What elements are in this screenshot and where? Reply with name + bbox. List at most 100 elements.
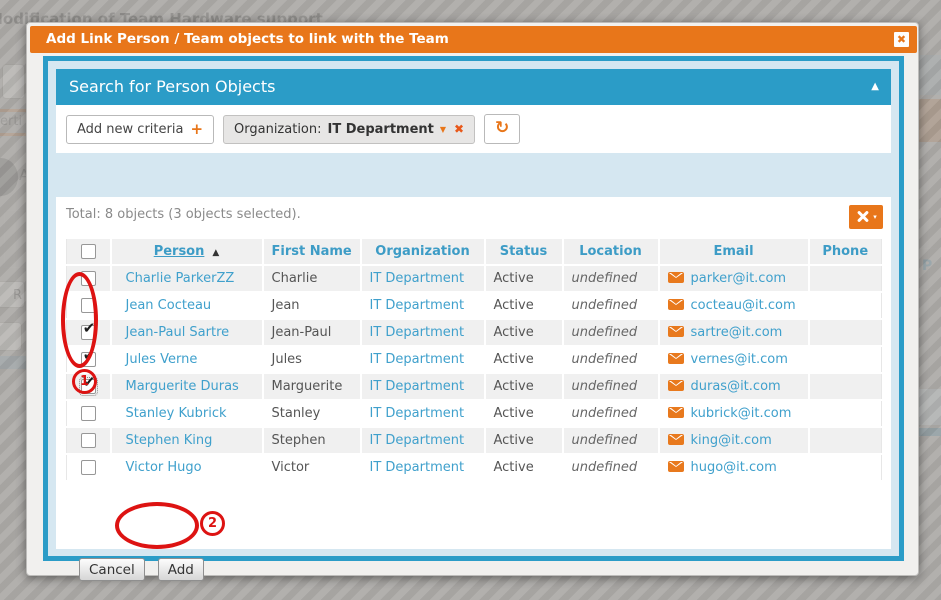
person-link[interactable]: Charlie ParkerZZ (126, 271, 235, 286)
row-select-cell (67, 292, 111, 319)
person-link[interactable]: Stephen King (126, 433, 213, 448)
phone-cell (809, 319, 882, 346)
email-link[interactable]: king@it.com (691, 433, 772, 448)
location-cell: undefined (563, 346, 659, 373)
row-checkbox[interactable] (81, 271, 96, 286)
person-link[interactable]: Jean-Paul Sartre (126, 325, 230, 340)
status-cell: Active (485, 319, 563, 346)
location-value: undefined (572, 325, 638, 340)
organization-cell: IT Department (361, 427, 485, 454)
organization-link[interactable]: IT Department (370, 271, 465, 286)
first-cell: Jean (263, 292, 361, 319)
row-select-cell (67, 265, 111, 292)
row-checkbox[interactable] (81, 460, 96, 475)
person-cell: Victor Hugo (111, 454, 263, 481)
row-checkbox[interactable] (81, 433, 96, 448)
person-link[interactable]: Victor Hugo (126, 460, 202, 475)
person-cell: Jean Cocteau (111, 292, 263, 319)
first-value: Victor (272, 460, 310, 475)
column-header-org[interactable]: Organization (361, 239, 485, 265)
table-row: Jules Verne Jules IT Department Activeundef… (67, 346, 882, 373)
column-header-email[interactable]: Email (659, 239, 809, 265)
organization-link[interactable]: IT Department (370, 325, 465, 340)
column-label: Organization (375, 244, 469, 259)
column-header-first[interactable]: First Name (263, 239, 361, 265)
column-header-phone[interactable]: Phone (809, 239, 882, 265)
status-cell: Active (485, 346, 563, 373)
select-all-checkbox[interactable] (81, 244, 96, 259)
select-all-header[interactable] (67, 239, 111, 265)
row-select-cell (67, 400, 111, 427)
row-checkbox[interactable] (81, 298, 96, 313)
remove-criteria-icon[interactable]: ✖ (454, 122, 464, 136)
email-link[interactable]: vernes@it.com (691, 352, 788, 367)
phone-cell (809, 373, 882, 400)
email-icon (668, 380, 684, 391)
status-cell: Active (485, 400, 563, 427)
row-checkbox[interactable] (81, 379, 96, 394)
table-row: Charlie ParkerZZCharlieIT DepartmentActi… (67, 265, 882, 292)
status-value: Active (494, 406, 534, 421)
email-link[interactable]: kubrick@it.com (691, 406, 792, 421)
add-criteria-button[interactable]: Add new criteria + (66, 115, 214, 144)
first-value: Jules (272, 352, 302, 367)
column-header-person[interactable]: Person▲ (111, 239, 263, 265)
email-link[interactable]: sartre@it.com (691, 325, 783, 340)
close-icon[interactable]: ✖ (892, 30, 911, 49)
criteria-pill-organization[interactable]: Organization: IT Department ▼ ✖ (223, 115, 475, 144)
table-config-button[interactable]: ▾ (849, 205, 883, 229)
organization-link[interactable]: IT Department (370, 406, 465, 421)
column-header-loc[interactable]: Location (563, 239, 659, 265)
status-value: Active (494, 379, 534, 394)
cancel-button[interactable]: Cancel (79, 558, 145, 581)
status-value: Active (494, 460, 534, 475)
row-checkbox[interactable] (81, 406, 96, 421)
person-link[interactable]: Jules Verne (126, 352, 198, 367)
search-panel: Search for Person Objects ▲ Add new crit… (56, 69, 891, 153)
row-checkbox[interactable] (81, 325, 96, 340)
email-cell: sartre@it.com (659, 319, 809, 346)
person-link[interactable]: Stanley Kubrick (126, 406, 227, 421)
table-row: Stanley KubrickStanleyIT DepartmentActiv… (67, 400, 882, 427)
email-link[interactable]: cocteau@it.com (691, 298, 796, 313)
refresh-button[interactable]: ↻ (484, 114, 520, 144)
email-link[interactable]: parker@it.com (691, 271, 787, 286)
location-value: undefined (572, 298, 638, 313)
add-button[interactable]: Add (158, 558, 204, 581)
first-cell: Jules (263, 346, 361, 373)
email-link[interactable]: hugo@it.com (691, 460, 777, 475)
person-link[interactable]: Jean Cocteau (126, 298, 212, 313)
search-panel-header[interactable]: Search for Person Objects ▲ (56, 69, 891, 105)
chevron-down-icon[interactable]: ▼ (440, 125, 446, 134)
column-header-status[interactable]: Status (485, 239, 563, 265)
dialog-title: Add Link Person / Team objects to link w… (46, 31, 449, 47)
table-row: Jean-Paul Sartre Jean-Paul IT Department Ac… (67, 319, 882, 346)
location-cell: undefined (563, 400, 659, 427)
person-results-table: Person▲ First Name Organization StatusLocat… (66, 239, 882, 482)
email-icon (668, 326, 684, 337)
sort-asc-icon: ▲ (212, 248, 219, 258)
organization-link[interactable]: IT Department (370, 379, 465, 394)
organization-link[interactable]: IT Department (370, 352, 465, 367)
email-icon (668, 434, 684, 445)
results-summary: Total: 8 objects (3 objects selected). (66, 205, 881, 225)
phone-cell (809, 427, 882, 454)
email-icon (668, 407, 684, 418)
row-checkbox[interactable] (81, 352, 96, 367)
dialog-content-frame: Search for Person Objects ▲ Add new crit… (43, 56, 904, 561)
organization-cell: IT Department (361, 373, 485, 400)
column-label: First Name (272, 244, 352, 259)
organization-link[interactable]: IT Department (370, 460, 465, 475)
first-value: Jean-Paul (272, 325, 332, 340)
email-icon (668, 461, 684, 472)
email-link[interactable]: duras@it.com (691, 379, 781, 394)
person-cell: Marguerite Duras (111, 373, 263, 400)
collapse-icon[interactable]: ▲ (871, 69, 879, 105)
organization-link[interactable]: IT Department (370, 433, 465, 448)
dialog-titlebar[interactable]: Add Link Person / Team objects to link w… (30, 26, 917, 53)
organization-link[interactable]: IT Department (370, 298, 465, 313)
location-cell: undefined (563, 373, 659, 400)
person-link[interactable]: Marguerite Duras (126, 379, 239, 394)
location-value: undefined (572, 460, 638, 475)
criteria-label: Organization: (234, 122, 322, 137)
